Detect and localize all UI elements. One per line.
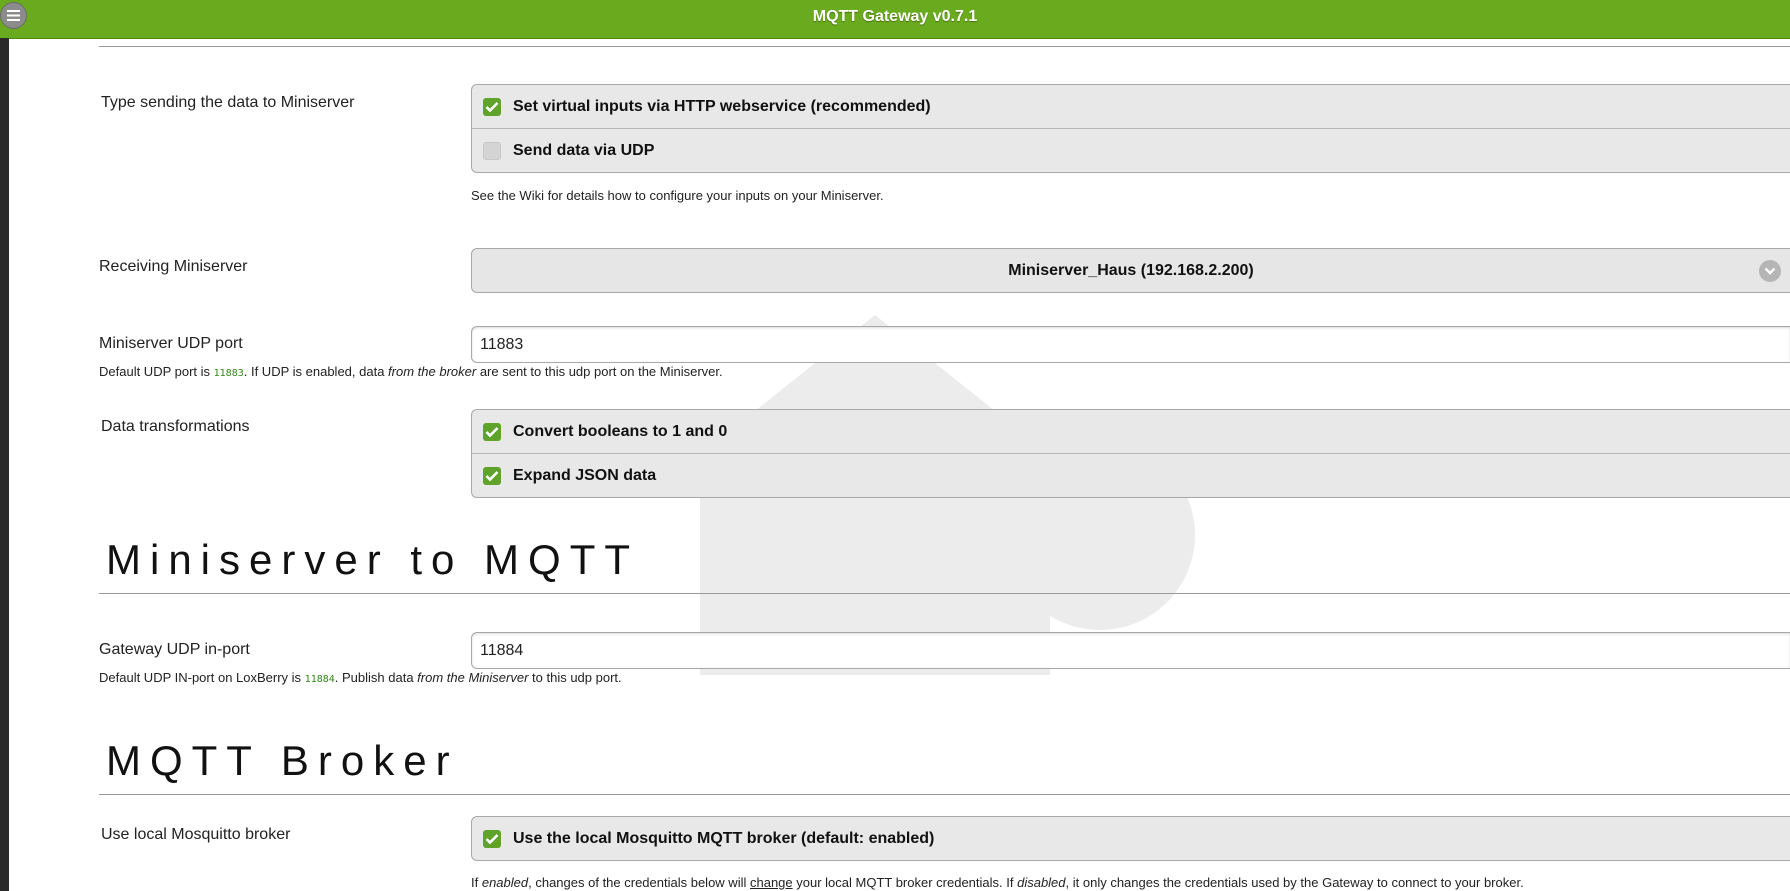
local-broker-label: Use local Mosquitto broker xyxy=(101,826,291,843)
udp-port-input[interactable] xyxy=(471,326,1790,363)
checkbox-checked-icon[interactable] xyxy=(483,423,501,441)
udp-port-label: Miniserver UDP port xyxy=(99,335,243,352)
miniserver-select-value: Miniserver_Haus (192.168.2.200) xyxy=(1008,262,1254,279)
checkbox-checked-icon[interactable] xyxy=(483,830,501,848)
gateway-port-label: Gateway UDP in-port xyxy=(99,641,250,658)
option-convert-booleans[interactable]: Convert booleans to 1 and 0 xyxy=(472,410,1790,453)
miniserver-select[interactable]: Miniserver_Haus (192.168.2.200) xyxy=(471,248,1790,293)
checkbox-checked-icon[interactable] xyxy=(483,98,501,116)
section-divider xyxy=(99,593,1790,594)
option-label: Use the local Mosquitto MQTT broker (def… xyxy=(513,830,935,847)
option-label: Set virtual inputs via HTTP webservice (… xyxy=(513,98,931,115)
checkbox-unchecked-icon[interactable] xyxy=(483,142,501,160)
checkbox-checked-icon[interactable] xyxy=(483,467,501,485)
sending-type-group: Set virtual inputs via HTTP webservice (… xyxy=(471,84,1790,173)
gateway-port-hint: Default UDP IN-port on LoxBerry is 11884… xyxy=(99,670,622,685)
page-title: MQTT Gateway v0.7.1 xyxy=(812,8,978,25)
option-use-local-mosquitto[interactable]: Use the local Mosquitto MQTT broker (def… xyxy=(472,817,1790,860)
option-label: Convert booleans to 1 and 0 xyxy=(513,423,728,440)
udp-port-hint: Default UDP port is 11883. If UDP is ena… xyxy=(99,364,723,379)
section-heading-mqtt-broker: MQTT Broker xyxy=(106,737,459,784)
sending-type-hint: See the Wiki for details how to configur… xyxy=(471,188,884,203)
chevron-down-icon xyxy=(1759,260,1781,282)
transformations-label: Data transformations xyxy=(101,418,250,435)
option-label: Expand JSON data xyxy=(513,467,657,484)
local-broker-group: Use the local Mosquitto MQTT broker (def… xyxy=(471,816,1790,861)
sending-type-label: Type sending the data to Miniserver xyxy=(101,94,355,111)
section-divider xyxy=(99,794,1790,795)
gateway-port-input[interactable] xyxy=(471,632,1790,669)
header-bar: MQTT Gateway v0.7.1 xyxy=(0,0,1790,39)
option-udp[interactable]: Send data via UDP xyxy=(472,128,1790,171)
section-heading-miniserver-to-mqtt: Miniserver to MQTT xyxy=(106,536,640,583)
option-expand-json[interactable]: Expand JSON data xyxy=(472,453,1790,496)
option-label: Send data via UDP xyxy=(513,142,655,159)
option-http-webservice[interactable]: Set virtual inputs via HTTP webservice (… xyxy=(472,85,1790,128)
section-divider xyxy=(99,46,1790,47)
left-panel-edge xyxy=(0,38,9,891)
local-broker-hint: If enabled, changes of the credentials b… xyxy=(471,875,1524,890)
receiving-miniserver-label: Receiving Miniserver xyxy=(99,258,248,275)
transformations-group: Convert booleans to 1 and 0 Expand JSON … xyxy=(471,409,1790,498)
